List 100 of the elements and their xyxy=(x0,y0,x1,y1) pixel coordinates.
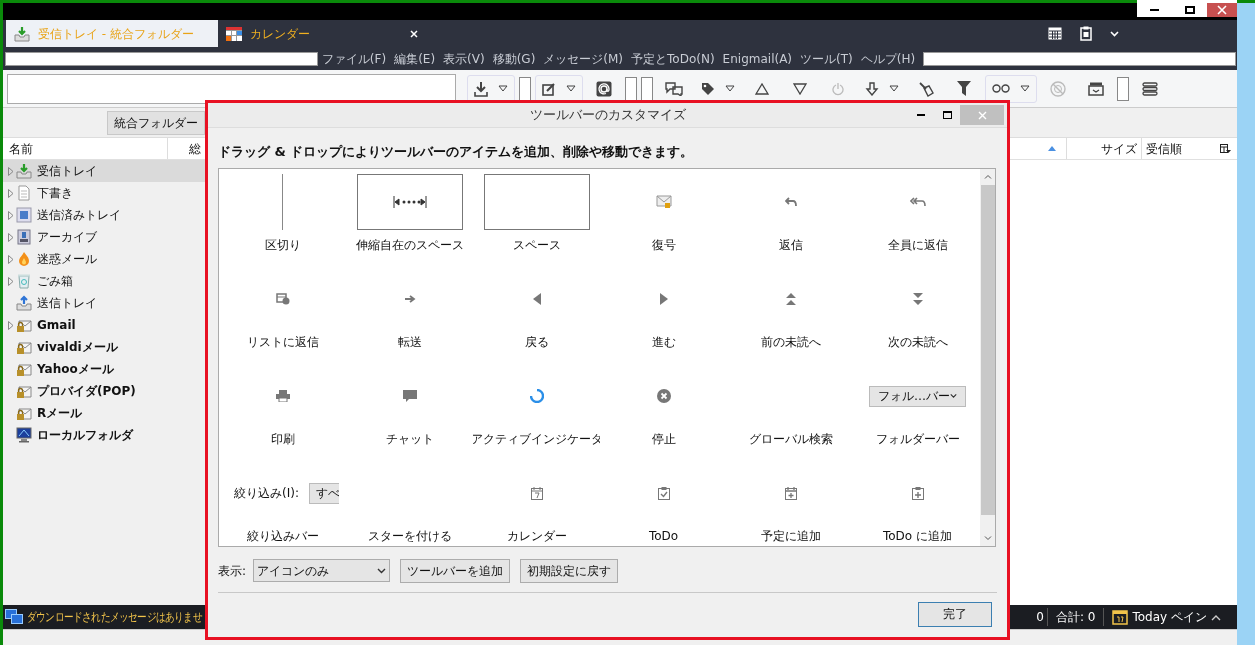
toolbar-spacer xyxy=(625,76,637,101)
calendar-icon[interactable] xyxy=(1048,27,1062,40)
folder-item[interactable]: ローカルフォルダ xyxy=(3,424,205,446)
expand-triangle-icon[interactable] xyxy=(8,232,14,242)
folder-item[interactable]: 下書き xyxy=(3,182,205,204)
filter-button[interactable]: すべ xyxy=(308,482,339,504)
space-item[interactable] xyxy=(483,174,590,230)
dropdown-arrow-icon xyxy=(1020,84,1030,93)
dialog-button[interactable]: 初期設定に戻す xyxy=(520,558,619,583)
folder-item[interactable]: プロバイダ(POP) xyxy=(3,380,205,402)
column-header[interactable]: サイズ xyxy=(1066,138,1141,159)
menu-item[interactable]: 編集(E) xyxy=(390,49,440,68)
expand-triangle-icon[interactable] xyxy=(8,210,14,220)
item-label: 転送 xyxy=(397,333,422,351)
mail-account-icon xyxy=(16,383,32,399)
toolbar-spacer xyxy=(641,76,653,101)
glasses-icon xyxy=(992,84,1010,93)
mail-account-icon xyxy=(16,317,32,333)
compose-icon xyxy=(542,81,556,96)
item-label: チャット xyxy=(385,430,434,448)
item-label: カレンダー xyxy=(506,527,567,545)
double-up-icon xyxy=(784,293,797,305)
task-add-icon xyxy=(911,486,924,500)
menu-item[interactable]: ファイル(F) xyxy=(317,49,391,68)
column-picker-icon[interactable] xyxy=(1220,143,1231,154)
dropdown-arrow-icon xyxy=(889,84,899,93)
menu-item[interactable]: 表示(V) xyxy=(439,49,489,68)
offline-status-icon[interactable] xyxy=(5,609,23,625)
menu-item[interactable]: Enigmail(A) xyxy=(718,49,797,68)
column-header[interactable]: 名前 xyxy=(3,138,168,159)
expand-triangle-icon[interactable] xyxy=(8,320,14,330)
folder-view-button[interactable]: 統合フォルダー xyxy=(107,110,205,135)
toolbar-spacer xyxy=(519,76,531,101)
folder-item[interactable]: 送信済みトレイ xyxy=(3,204,205,226)
forward-arrow-icon xyxy=(403,294,416,304)
close-button[interactable] xyxy=(1207,3,1237,17)
display-mode-dropdown[interactable]: アイコンのみ xyxy=(253,559,391,582)
folder-item[interactable]: Gmail xyxy=(3,314,205,336)
folder-item[interactable]: Rメール xyxy=(3,402,205,424)
today-pane-button[interactable]: Today ペイン xyxy=(1104,608,1229,626)
chevron-up-icon xyxy=(1211,613,1221,621)
dropdown-arrow-icon xyxy=(725,84,735,93)
folder-item[interactable]: vivaldiメール xyxy=(3,336,205,358)
computer-icon xyxy=(16,427,32,443)
download-icon xyxy=(474,80,488,97)
search-field[interactable] xyxy=(923,51,1236,66)
address-book-icon xyxy=(596,80,612,97)
item-label: 予定に追加 xyxy=(760,527,821,545)
item-label: 絞り込みバー xyxy=(246,527,319,545)
stretch-arrows-icon xyxy=(392,196,427,208)
task-check-icon xyxy=(657,486,670,500)
menu-item[interactable]: ヘルプ(H) xyxy=(856,49,920,68)
item-label: 復号 xyxy=(651,236,676,254)
expand-triangle-icon[interactable] xyxy=(8,276,14,286)
total-count: 合計: 0 xyxy=(1047,608,1105,626)
menu-icon xyxy=(1142,81,1158,96)
menu-item[interactable]: 予定とToDo(N) xyxy=(627,49,719,68)
expand-triangle-icon[interactable] xyxy=(8,188,14,198)
column-header[interactable]: 総 xyxy=(168,138,201,159)
folder-item[interactable]: 迷惑メール xyxy=(3,248,205,270)
down-triangle-icon xyxy=(793,82,807,95)
folder-item[interactable]: 受信トレイ xyxy=(3,160,205,182)
item-label: ToDo に追加 xyxy=(883,527,952,545)
search-field[interactable] xyxy=(5,51,318,66)
folder-item[interactable]: 送信トレイ xyxy=(3,292,205,314)
quick-filter-field[interactable] xyxy=(7,73,456,104)
flexible-space-item[interactable] xyxy=(356,174,463,230)
clipboard-icon[interactable] xyxy=(1080,26,1092,41)
reply-list-icon xyxy=(275,293,290,305)
archive-icon xyxy=(1088,81,1104,96)
folder-item[interactable]: Yahooメール xyxy=(3,358,205,380)
blocked-icon xyxy=(1050,80,1066,97)
close-icon xyxy=(1217,5,1227,15)
print-icon xyxy=(275,390,290,402)
folder-dropdown[interactable]: フォル…バー xyxy=(869,385,966,407)
menu-item[interactable]: ツール(T) xyxy=(796,49,857,68)
item-label: 進む xyxy=(651,333,676,351)
chevron-down-icon[interactable] xyxy=(1110,30,1119,37)
item-label: リストに返信 xyxy=(246,333,319,351)
item-label: 伸縮自在のスペース xyxy=(355,236,464,254)
filter-label: 絞り込み(I): xyxy=(234,485,299,502)
sort-ascending-icon xyxy=(1048,146,1056,151)
item-label: スペース xyxy=(512,236,561,254)
folder-item[interactable]: アーカイブ xyxy=(3,226,205,248)
done-button[interactable]: 完了 xyxy=(918,601,992,627)
column-header[interactable]: 受信順 xyxy=(1141,138,1214,159)
item-label: 印刷 xyxy=(270,430,295,448)
calendar-add-icon xyxy=(784,486,797,500)
menu-item[interactable]: 移動(G) xyxy=(488,49,540,68)
expand-triangle-icon[interactable] xyxy=(8,166,14,176)
tab[interactable]: カレンダー xyxy=(218,20,418,47)
folder-item[interactable]: ごみ箱 xyxy=(3,270,205,292)
item-label: ToDo xyxy=(648,527,679,545)
item-label: グローバル検索 xyxy=(748,430,833,448)
toolbar-spacer xyxy=(1117,76,1129,101)
close-icon[interactable] xyxy=(410,29,418,38)
menu-item[interactable]: メッセージ(M) xyxy=(539,49,628,68)
expand-triangle-icon[interactable] xyxy=(8,254,14,264)
close-icon xyxy=(977,110,987,120)
dialog-button[interactable]: ツールバーを追加 xyxy=(400,558,511,583)
